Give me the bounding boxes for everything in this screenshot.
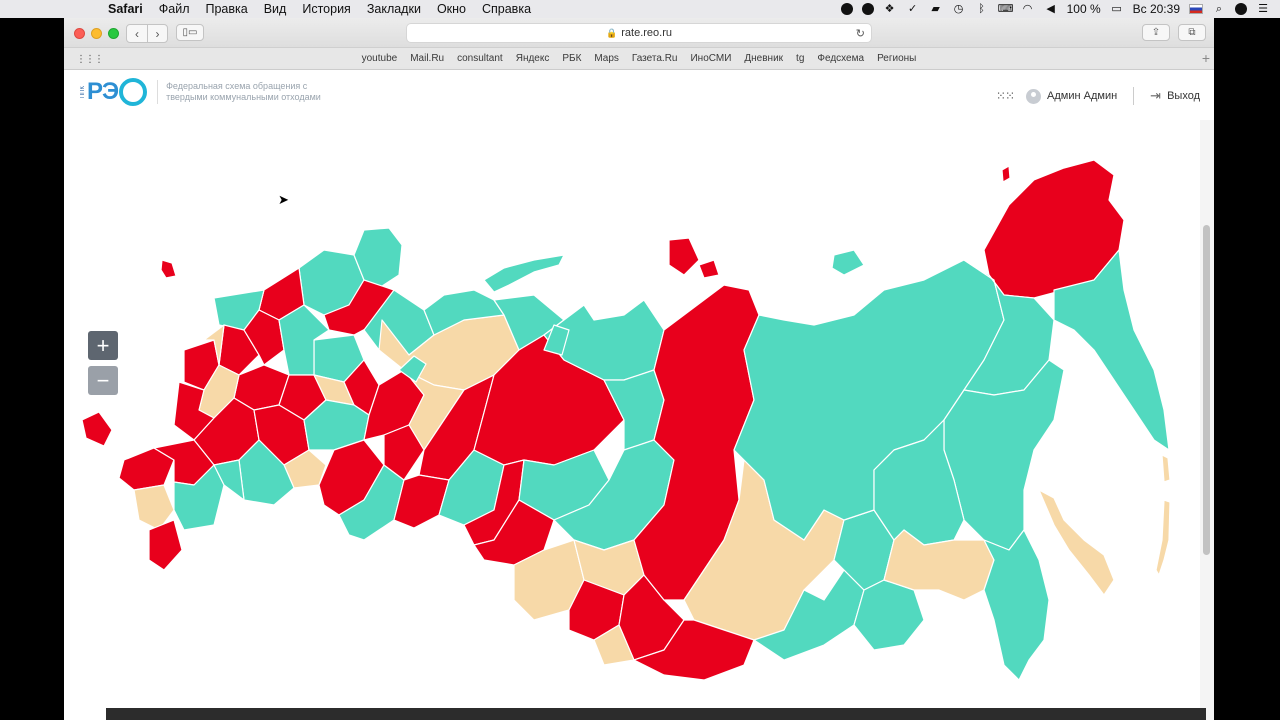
zoom-out-button[interactable]: − <box>88 366 118 395</box>
site-header: ППК РЭ Федеральная схема обращения с тве… <box>64 70 1214 120</box>
page-scrollbar[interactable] <box>1200 120 1214 720</box>
toolbar-right: ⇪ ⧉ <box>1142 24 1206 41</box>
header-user-area: ⁙⁙ Админ Админ ⇥ Выход <box>996 87 1200 105</box>
favorite-consultant[interactable]: consultant <box>457 53 503 64</box>
favorites-bar: ⋮⋮⋮ youtube Mail.Ru consultant Яндекс РБ… <box>64 48 1214 70</box>
map-region[interactable] <box>1038 489 1115 596</box>
russia-regions-map: + − <box>64 120 1200 720</box>
menu-app-safari[interactable]: Safari <box>100 2 151 16</box>
mouse-cursor-icon: ➤ <box>278 192 289 207</box>
battery-percent: 100 % <box>1066 2 1101 16</box>
address-bar[interactable]: 🔒 rate.reo.ru ↻ <box>406 23 872 43</box>
apps-grid-icon[interactable]: ⁙⁙ <box>996 90 1015 102</box>
logo-ring-icon <box>119 78 148 106</box>
spotlight-search-icon[interactable]: ⌕ <box>1212 3 1226 15</box>
map-region[interactable] <box>1001 165 1011 183</box>
share-button[interactable]: ⇪ <box>1142 24 1170 41</box>
new-tab-plus-icon[interactable]: + <box>1202 50 1210 66</box>
dropbox-icon[interactable]: ❖ <box>883 3 897 15</box>
window-controls <box>74 28 119 39</box>
menu-help[interactable]: Справка <box>474 2 539 16</box>
header-separator <box>1133 87 1135 105</box>
top-sites-grid-icon[interactable]: ⋮⋮⋮ <box>76 54 104 65</box>
browser-toolbar: ‹ › ▯▭ 🔒 rate.reo.ru ↻ ⇪ ⧉ <box>64 18 1214 48</box>
volume-icon[interactable]: ◀ <box>1044 3 1058 15</box>
keyboard-icon[interactable]: ⌨ <box>998 3 1014 15</box>
user-name[interactable]: Админ Админ <box>1047 90 1117 102</box>
close-window-button[interactable] <box>74 28 85 39</box>
logo-tagline: Федеральная схема обращения с твердыми к… <box>166 81 321 102</box>
logout-link[interactable]: Выход <box>1167 90 1200 102</box>
map-region[interactable] <box>81 411 113 447</box>
tabs-overview-button[interactable]: ⧉ <box>1178 24 1206 41</box>
logo-text: РЭ <box>87 78 119 105</box>
favorite-yandex[interactable]: Яндекс <box>516 53 550 64</box>
map-region[interactable] <box>1161 454 1171 483</box>
status-area: ❖ ✓ ▰ ◷ ᛒ ⌨ ◠ ◀ 100 % ▭ Вс 20:39 ⌕ ☰ <box>840 0 1270 18</box>
map-region[interactable] <box>853 579 925 651</box>
background-app-strip <box>106 708 1206 720</box>
map-region[interactable] <box>698 259 720 279</box>
macos-menu-bar: Safari Файл Правка Вид История Закладки … <box>0 0 1280 18</box>
history-nav: ‹ › <box>126 24 168 43</box>
map-region[interactable] <box>983 529 1050 681</box>
site-logo[interactable]: ППК РЭ Федеральная схема обращения с тве… <box>80 78 336 106</box>
telegram-icon[interactable] <box>861 3 874 15</box>
logo-ppk: ППК <box>80 85 86 99</box>
logo-divider <box>157 80 159 104</box>
favorite-tg[interactable]: tg <box>796 53 804 64</box>
menu-bookmarks[interactable]: Закладки <box>359 2 429 16</box>
fullscreen-window-button[interactable] <box>108 28 119 39</box>
clock-icon[interactable]: ◷ <box>952 3 966 15</box>
back-button[interactable]: ‹ <box>127 25 147 42</box>
siri-icon[interactable] <box>1235 3 1247 15</box>
sidebar-toggle-button[interactable]: ▯▭ <box>176 24 204 41</box>
forward-button[interactable]: › <box>147 25 167 42</box>
favorite-youtube[interactable]: youtube <box>362 53 398 64</box>
map-region[interactable] <box>831 249 865 276</box>
display-icon[interactable]: ▰ <box>929 3 943 15</box>
logout-icon[interactable]: ⇥ <box>1150 88 1161 104</box>
map-svg <box>81 159 1171 681</box>
map-region[interactable] <box>483 254 565 293</box>
clock[interactable]: Вс 20:39 <box>1133 2 1180 16</box>
map-region[interactable] <box>160 259 177 279</box>
scrollbar-thumb[interactable] <box>1203 225 1210 555</box>
safari-window: ‹ › ▯▭ 🔒 rate.reo.ru ↻ ⇪ ⧉ ⋮⋮⋮ youtube M… <box>64 18 1214 720</box>
bluetooth-icon[interactable]: ᛒ <box>975 3 989 15</box>
user-avatar[interactable] <box>1026 88 1042 104</box>
map-region[interactable] <box>668 237 700 276</box>
sync-icon[interactable]: ✓ <box>906 3 920 15</box>
map-region[interactable] <box>148 519 183 571</box>
menu-history[interactable]: История <box>294 2 358 16</box>
menu-edit[interactable]: Правка <box>197 2 255 16</box>
battery-icon[interactable]: ▭ <box>1110 3 1124 15</box>
menu-file[interactable]: Файл <box>151 2 198 16</box>
favorite-maps[interactable]: Maps <box>594 53 618 64</box>
favorite-inosmi[interactable]: ИноСМИ <box>690 53 731 64</box>
notification-center-icon[interactable]: ☰ <box>1256 3 1270 15</box>
map-region[interactable] <box>1155 499 1171 576</box>
favorite-regions[interactable]: Регионы <box>877 53 916 64</box>
reload-icon[interactable]: ↻ <box>856 27 865 40</box>
favorite-mailru[interactable]: Mail.Ru <box>410 53 444 64</box>
favorite-gazeta[interactable]: Газета.Ru <box>632 53 678 64</box>
record-icon[interactable] <box>840 3 853 15</box>
favorite-fedschema[interactable]: Федсхема <box>817 53 864 64</box>
menu-view[interactable]: Вид <box>256 2 295 16</box>
input-language-flag-icon[interactable] <box>1189 4 1203 14</box>
minimize-window-button[interactable] <box>91 28 102 39</box>
lock-icon: 🔒 <box>606 27 618 38</box>
zoom-in-button[interactable]: + <box>88 331 118 360</box>
favorite-dnevnik[interactable]: Дневник <box>744 53 783 64</box>
favorite-rbk[interactable]: РБК <box>562 53 581 64</box>
menu-window[interactable]: Окно <box>429 2 474 16</box>
wifi-icon[interactable]: ◠ <box>1021 3 1035 15</box>
address-url: rate.reo.ru <box>621 27 672 39</box>
